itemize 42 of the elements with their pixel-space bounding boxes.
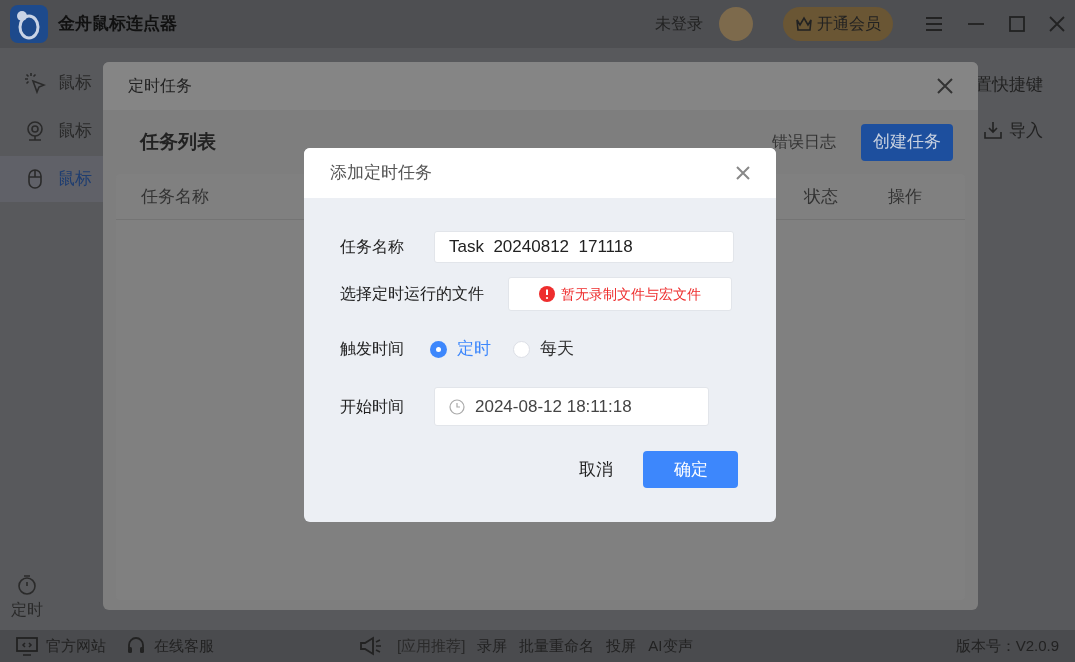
crown-icon bbox=[795, 16, 813, 32]
webcam-icon bbox=[24, 120, 46, 142]
app-logo-icon bbox=[10, 5, 48, 43]
column-header: 任务名称 bbox=[141, 185, 209, 208]
start-time-picker[interactable]: 2024-08-12 18:11:18 bbox=[434, 387, 709, 426]
close-icon[interactable] bbox=[937, 78, 953, 94]
column-header: 操作 bbox=[888, 185, 922, 208]
minimize-icon[interactable] bbox=[967, 22, 985, 26]
dialog-title: 定时任务 bbox=[128, 76, 192, 96]
vip-button[interactable]: 开通会员 bbox=[783, 7, 893, 41]
app-title: 金舟鼠标连点器 bbox=[58, 13, 177, 36]
import-button[interactable]: 导入 bbox=[983, 117, 1043, 143]
maximize-icon[interactable] bbox=[1009, 16, 1025, 32]
trigger-radio[interactable]: 每天 bbox=[513, 336, 574, 362]
close-icon[interactable] bbox=[1049, 16, 1065, 32]
headset-icon bbox=[126, 636, 146, 656]
no-file-message: 暂无录制文件与宏文件 bbox=[561, 284, 701, 304]
column-header: 状态 bbox=[804, 185, 838, 208]
cancel-button[interactable]: 取消 bbox=[577, 456, 615, 483]
create-task-button[interactable]: 创建任务 bbox=[861, 123, 953, 161]
sidebar-item[interactable]: 鼠标 bbox=[0, 156, 104, 202]
field-label: 任务名称 bbox=[340, 237, 405, 257]
menu-icon[interactable] bbox=[925, 16, 943, 32]
monitor-icon bbox=[16, 636, 38, 656]
confirm-button[interactable]: 确定 bbox=[643, 451, 738, 488]
field-label: 选择定时运行的文件 bbox=[340, 284, 485, 304]
file-selector[interactable]: 暂无录制文件与宏文件 bbox=[508, 277, 732, 311]
dialog-title: 添加定时任务 bbox=[330, 162, 432, 185]
trigger-radio[interactable]: 定时 bbox=[430, 336, 491, 362]
error-icon bbox=[539, 286, 555, 302]
avatar[interactable] bbox=[719, 7, 753, 41]
close-icon[interactable] bbox=[736, 166, 750, 180]
clock-icon bbox=[449, 398, 465, 415]
megaphone-icon bbox=[359, 636, 383, 656]
import-icon bbox=[983, 120, 1003, 141]
task-name-input[interactable]: Task 20240812 171118 bbox=[434, 231, 734, 263]
field-label: 触发时间 bbox=[340, 339, 405, 359]
section-heading: 任务列表 bbox=[140, 129, 216, 154]
field-label: 开始时间 bbox=[340, 396, 405, 417]
error-log-link[interactable]: 错误日志 bbox=[772, 130, 836, 154]
cursor-click-icon bbox=[24, 72, 46, 94]
timer-icon bbox=[17, 574, 37, 596]
